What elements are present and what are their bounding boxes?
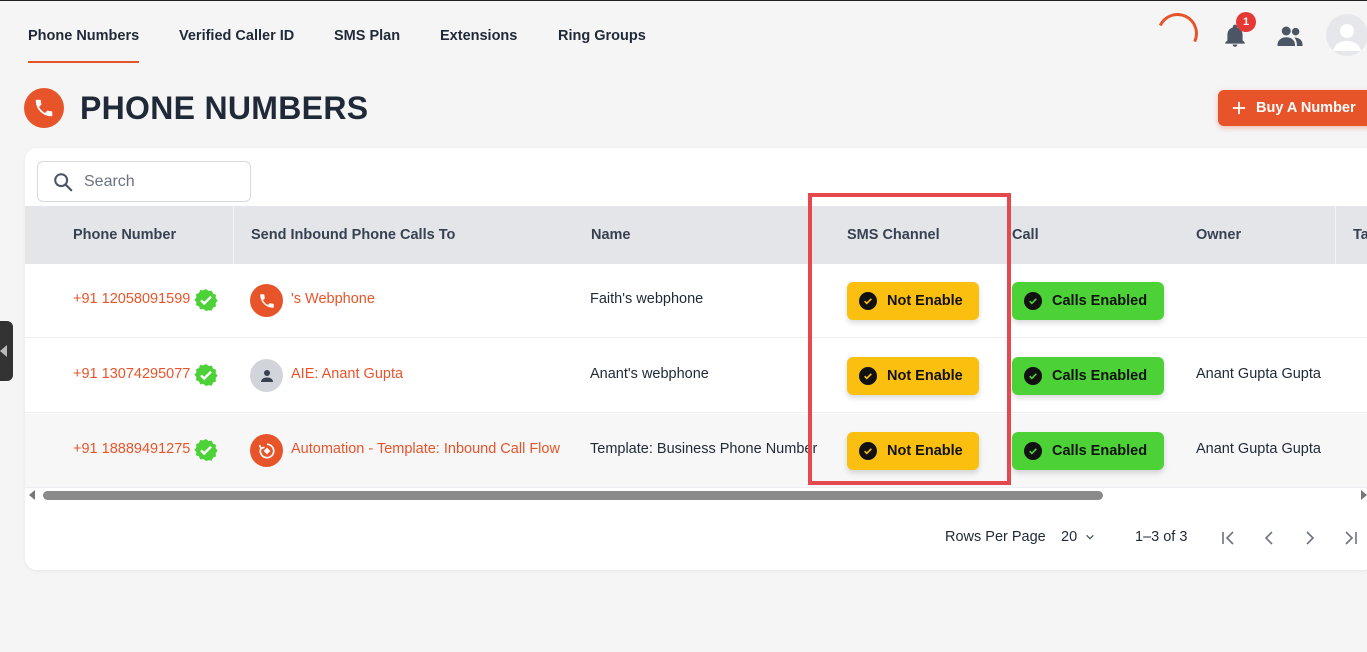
- inbound-route-link[interactable]: AIE: Anant Gupta: [291, 366, 403, 382]
- sms-status-badge[interactable]: Not Enable: [847, 432, 979, 470]
- sms-status-badge[interactable]: Not Enable: [847, 282, 979, 320]
- rows-per-page-label: Rows Per Page: [945, 529, 1046, 545]
- column-tags[interactable]: Ta: [1353, 227, 1367, 243]
- call-status-label: Calls Enabled: [1052, 293, 1148, 309]
- notification-badge: 1: [1236, 12, 1256, 32]
- buy-number-label: Buy A Number: [1256, 100, 1356, 116]
- column-send-inbound[interactable]: Send Inbound Phone Calls To: [251, 227, 455, 243]
- page-title: PHONE NUMBERS: [80, 90, 369, 126]
- sms-status-label: Not Enable: [887, 368, 963, 384]
- previous-page-icon[interactable]: [1259, 528, 1279, 548]
- user-icon: [250, 359, 283, 392]
- first-page-icon[interactable]: [1218, 528, 1238, 548]
- chevron-down-icon: [1086, 534, 1094, 540]
- check-circle-icon: [859, 442, 877, 460]
- call-status-badge[interactable]: Calls Enabled: [1012, 282, 1164, 320]
- check-circle-icon: [1024, 442, 1042, 460]
- call-status-badge[interactable]: Calls Enabled: [1012, 357, 1164, 395]
- scrollbar-thumb[interactable]: [43, 491, 1103, 500]
- column-name[interactable]: Name: [591, 227, 631, 243]
- scroll-right-arrow-icon[interactable]: [1361, 490, 1367, 500]
- inbound-route-link[interactable]: Automation - Template: Inbound Call Flow: [291, 441, 560, 457]
- last-page-icon[interactable]: [1341, 528, 1361, 548]
- automation-icon: [250, 434, 283, 467]
- side-panel-handle[interactable]: [0, 321, 13, 381]
- call-status-label: Calls Enabled: [1052, 443, 1148, 459]
- phone-number-link[interactable]: +91 12058091599: [73, 291, 190, 307]
- user-avatar-icon: [1333, 24, 1361, 51]
- column-call[interactable]: Call: [1012, 227, 1039, 243]
- phone-number-link[interactable]: +91 18889491275: [73, 441, 190, 457]
- tab-sms-plan[interactable]: SMS Plan: [334, 28, 400, 44]
- number-name: Template: Business Phone Number: [590, 441, 818, 457]
- number-name: Faith's webphone: [590, 291, 704, 307]
- table-header: Phone Number Send Inbound Phone Calls To…: [25, 206, 1367, 264]
- search-box[interactable]: [37, 161, 251, 202]
- verified-badge-icon: [194, 439, 218, 461]
- phone-number-link[interactable]: +91 13074295077: [73, 366, 190, 382]
- sms-status-label: Not Enable: [887, 293, 963, 309]
- column-owner[interactable]: Owner: [1196, 227, 1241, 243]
- plus-icon: [1232, 101, 1246, 115]
- horizontal-scrollbar[interactable]: [25, 488, 1367, 500]
- user-avatar[interactable]: [1326, 14, 1367, 56]
- inbound-route-link[interactable]: 's Webphone: [291, 291, 375, 307]
- check-circle-icon: [1024, 292, 1042, 310]
- check-circle-icon: [1024, 367, 1042, 385]
- sms-status-label: Not Enable: [887, 443, 963, 459]
- owner-name: Anant Gupta Gupta: [1196, 441, 1321, 457]
- column-phone-number[interactable]: Phone Number: [73, 227, 176, 243]
- team-icon[interactable]: [1275, 21, 1305, 51]
- top-navigation: Phone Numbers Verified Caller ID SMS Pla…: [0, 1, 1367, 71]
- phone-numbers-card: Phone Number Send Inbound Phone Calls To…: [25, 148, 1367, 570]
- column-divider: [1335, 206, 1336, 264]
- rows-per-page-select[interactable]: 20: [1061, 529, 1095, 545]
- phone-title-icon: [24, 88, 64, 128]
- search-input[interactable]: [84, 172, 234, 191]
- tab-ring-groups[interactable]: Ring Groups: [558, 28, 646, 44]
- next-page-icon[interactable]: [1300, 528, 1320, 548]
- loading-spinner-icon: [1151, 7, 1204, 60]
- verified-badge-icon: [194, 364, 218, 386]
- number-name: Anant's webphone: [590, 366, 709, 382]
- check-circle-icon: [859, 367, 877, 385]
- column-sms-channel[interactable]: SMS Channel: [847, 227, 940, 243]
- table-row[interactable]: +91 12058091599 's Webphone Faith's webp…: [25, 264, 1367, 338]
- search-icon: [54, 172, 73, 191]
- table-row[interactable]: +91 13074295077 AIE: Anant Gupta Anant's…: [25, 339, 1367, 413]
- owner-name: Anant Gupta Gupta: [1196, 366, 1321, 382]
- call-status-label: Calls Enabled: [1052, 368, 1148, 384]
- check-circle-icon: [859, 292, 877, 310]
- column-divider: [233, 206, 234, 264]
- verified-badge-icon: [194, 289, 218, 311]
- pagination-range: 1–3 of 3: [1135, 529, 1188, 545]
- tab-phone-numbers[interactable]: Phone Numbers: [28, 28, 140, 63]
- sms-status-badge[interactable]: Not Enable: [847, 357, 979, 395]
- tab-extensions[interactable]: Extensions: [440, 28, 517, 44]
- scroll-left-arrow-icon[interactable]: [29, 490, 35, 500]
- rows-per-page-value: 20: [1061, 529, 1078, 545]
- phone-icon: [250, 284, 283, 317]
- call-status-badge[interactable]: Calls Enabled: [1012, 432, 1164, 470]
- buy-number-button[interactable]: Buy A Number: [1218, 90, 1367, 126]
- table-row[interactable]: +91 18889491275 Automation - Template: I…: [25, 414, 1367, 488]
- tab-verified-caller-id[interactable]: Verified Caller ID: [179, 28, 294, 44]
